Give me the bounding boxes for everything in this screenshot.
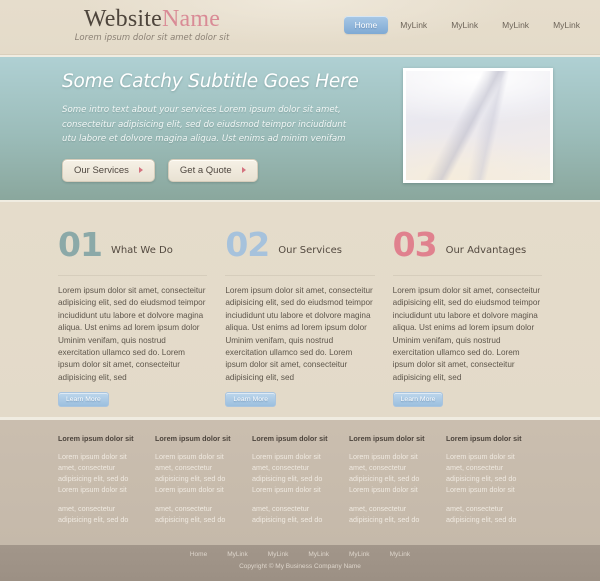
features-row: 01 What We Do Lorem ipsum dolor sit amet… (0, 228, 600, 408)
features-section: 01 What We Do Lorem ipsum dolor sit amet… (0, 202, 600, 417)
footer-column-4: Lorem ipsum dolor sit Lorem ipsum dolor … (349, 434, 431, 533)
get-a-quote-button[interactable]: Get a Quote (167, 158, 258, 182)
brand-tagline: Lorem ipsum dolor sit amet dolor sit (74, 33, 230, 43)
brand-word-accent: Name (162, 6, 221, 32)
footer-column-para-5a: Lorem ipsum dolor sit amet, consectetur … (446, 452, 517, 494)
feature-divider (58, 275, 208, 276)
footer-column-para-2b: amet, consectetur adipisicing elit, sed … (155, 504, 226, 524)
footer-column-2: Lorem ipsum dolor sit Lorem ipsum dolor … (155, 434, 237, 533)
our-services-button[interactable]: Our Services (62, 158, 155, 182)
footer-column-1: Lorem ipsum dolor sit Lorem ipsum dolor … (58, 434, 140, 533)
footer-columns-section: Lorem ipsum dolor sit Lorem ipsum dolor … (0, 417, 600, 545)
footer-column-para-5b: amet, consectetur adipisicing elit, sed … (446, 504, 517, 524)
footer-column-title-4: Lorem ipsum dolor sit (349, 434, 425, 443)
footer-column-para-1b: amet, consectetur adipisicing elit, sed … (58, 504, 129, 524)
feature-heading: 03 Our Advantages (393, 228, 542, 268)
site-header: WebsiteName Lorem ipsum dolor sit amet d… (0, 0, 600, 55)
feature-body-2: Lorem ipsum dolor sit amet, consecteitur… (225, 286, 373, 382)
feature-divider (225, 275, 375, 276)
feature-number-02: 02 (225, 225, 270, 264)
footer-column-body-1: Lorem ipsum dolor sit amet, consectetur … (58, 451, 140, 525)
learn-more-button-2[interactable]: Learn More (225, 392, 277, 408)
footer-column-body-5: Lorem ipsum dolor sit amet, consectetur … (446, 451, 528, 525)
feature-label-1: What We Do (110, 245, 173, 256)
footer-column-body-4: Lorem ipsum dolor sit amet, consectetur … (349, 451, 431, 525)
hero-banner: Some Catchy Subtitle Goes Here Some intr… (0, 55, 600, 202)
footer-nav-item-2[interactable]: MyLink (258, 551, 299, 558)
get-a-quote-button-label: Get a Quote (179, 164, 232, 176)
footer-column-para-2a: Lorem ipsum dolor sit amet, consectetur … (155, 452, 226, 494)
footer-column-body-2: Lorem ipsum dolor sit amet, consectetur … (155, 451, 237, 525)
footer-column-para-3b: amet, consectetur adipisicing elit, sed … (252, 504, 323, 524)
feature-heading: 01 What We Do (58, 228, 207, 268)
hero-image (403, 68, 553, 183)
footer-nav-item-4[interactable]: MyLink (339, 551, 380, 558)
feature-number-01: 01 (58, 225, 103, 264)
footer-columns-row: Lorem ipsum dolor sit Lorem ipsum dolor … (0, 434, 600, 533)
hero-title: Some Catchy Subtitle Goes Here (62, 71, 359, 92)
learn-more-button-3[interactable]: Learn More (392, 392, 444, 408)
feature-label-3: Our Advantages (445, 245, 527, 256)
footer-column-para-1a: Lorem ipsum dolor sit amet, consectetur … (58, 452, 129, 494)
brand-title: WebsiteName (62, 6, 242, 32)
feature-label-2: Our Services (278, 245, 342, 256)
brand-logo[interactable]: WebsiteName Lorem ipsum dolor sit amet d… (62, 6, 242, 43)
hero-button-group: Our Services Get a Quote (62, 158, 352, 182)
footer-column-title-5: Lorem ipsum dolor sit (446, 434, 522, 443)
footer-bar: Home MyLink MyLink MyLink MyLink MyLink … (0, 545, 600, 581)
nav-item-3[interactable]: MyLink (490, 16, 541, 34)
footer-column-title-2: Lorem ipsum dolor sit (155, 434, 231, 443)
footer-column-title-1: Lorem ipsum dolor sit (58, 434, 134, 443)
arrow-right-icon (241, 167, 246, 173)
footer-column-para-4a: Lorem ipsum dolor sit amet, consectetur … (349, 452, 420, 494)
feature-column-1: 01 What We Do Lorem ipsum dolor sit amet… (58, 228, 208, 408)
footer-nav-item-1[interactable]: MyLink (217, 551, 258, 558)
footer-nav-item-5[interactable]: MyLink (380, 551, 421, 558)
footer-column-5: Lorem ipsum dolor sit Lorem ipsum dolor … (446, 434, 528, 533)
feature-number-03: 03 (392, 225, 438, 264)
footer-navigation: Home MyLink MyLink MyLink MyLink MyLink (0, 551, 600, 558)
footer-nav-item-home[interactable]: Home (180, 551, 217, 558)
nav-item-2[interactable]: MyLink (439, 16, 490, 34)
nav-item-1[interactable]: MyLink (388, 16, 439, 34)
feature-body-3: Lorem ipsum dolor sit amet, consecteitur… (392, 286, 541, 382)
feature-body-1: Lorem ipsum dolor sit amet, consecteitur… (58, 286, 206, 382)
footer-nav-item-3[interactable]: MyLink (298, 551, 339, 558)
primary-navigation: Home MyLink MyLink MyLink MyLink (343, 16, 592, 34)
arrow-right-icon (138, 167, 143, 173)
feature-heading: 02 Our Services (225, 228, 374, 268)
footer-column-body-3: Lorem ipsum dolor sit amet, consectetur … (252, 451, 334, 525)
footer-column-title-3: Lorem ipsum dolor sit (252, 434, 328, 443)
footer-column-3: Lorem ipsum dolor sit Lorem ipsum dolor … (252, 434, 334, 533)
hero-intro-text: Some intro text about your services Lore… (62, 105, 347, 144)
feature-column-3: 03 Our Advantages Lorem ipsum dolor sit … (392, 228, 542, 408)
learn-more-button-1[interactable]: Learn More (58, 392, 109, 408)
nav-item-home[interactable]: Home (343, 16, 389, 34)
brand-word-primary: Website (83, 6, 162, 32)
feature-divider (392, 275, 542, 276)
feature-column-2: 02 Our Services Lorem ipsum dolor sit am… (225, 228, 375, 408)
nav-item-4[interactable]: MyLink (541, 16, 592, 34)
copyright-text: Copyright © My Business Company Name (239, 563, 361, 570)
footer-column-para-3a: Lorem ipsum dolor sit amet, consectetur … (252, 452, 323, 494)
our-services-button-label: Our Services (74, 164, 129, 176)
hero-content: Some Catchy Subtitle Goes Here Some intr… (62, 71, 359, 182)
footer-column-para-4b: amet, consectetur adipisicing elit, sed … (349, 504, 420, 524)
